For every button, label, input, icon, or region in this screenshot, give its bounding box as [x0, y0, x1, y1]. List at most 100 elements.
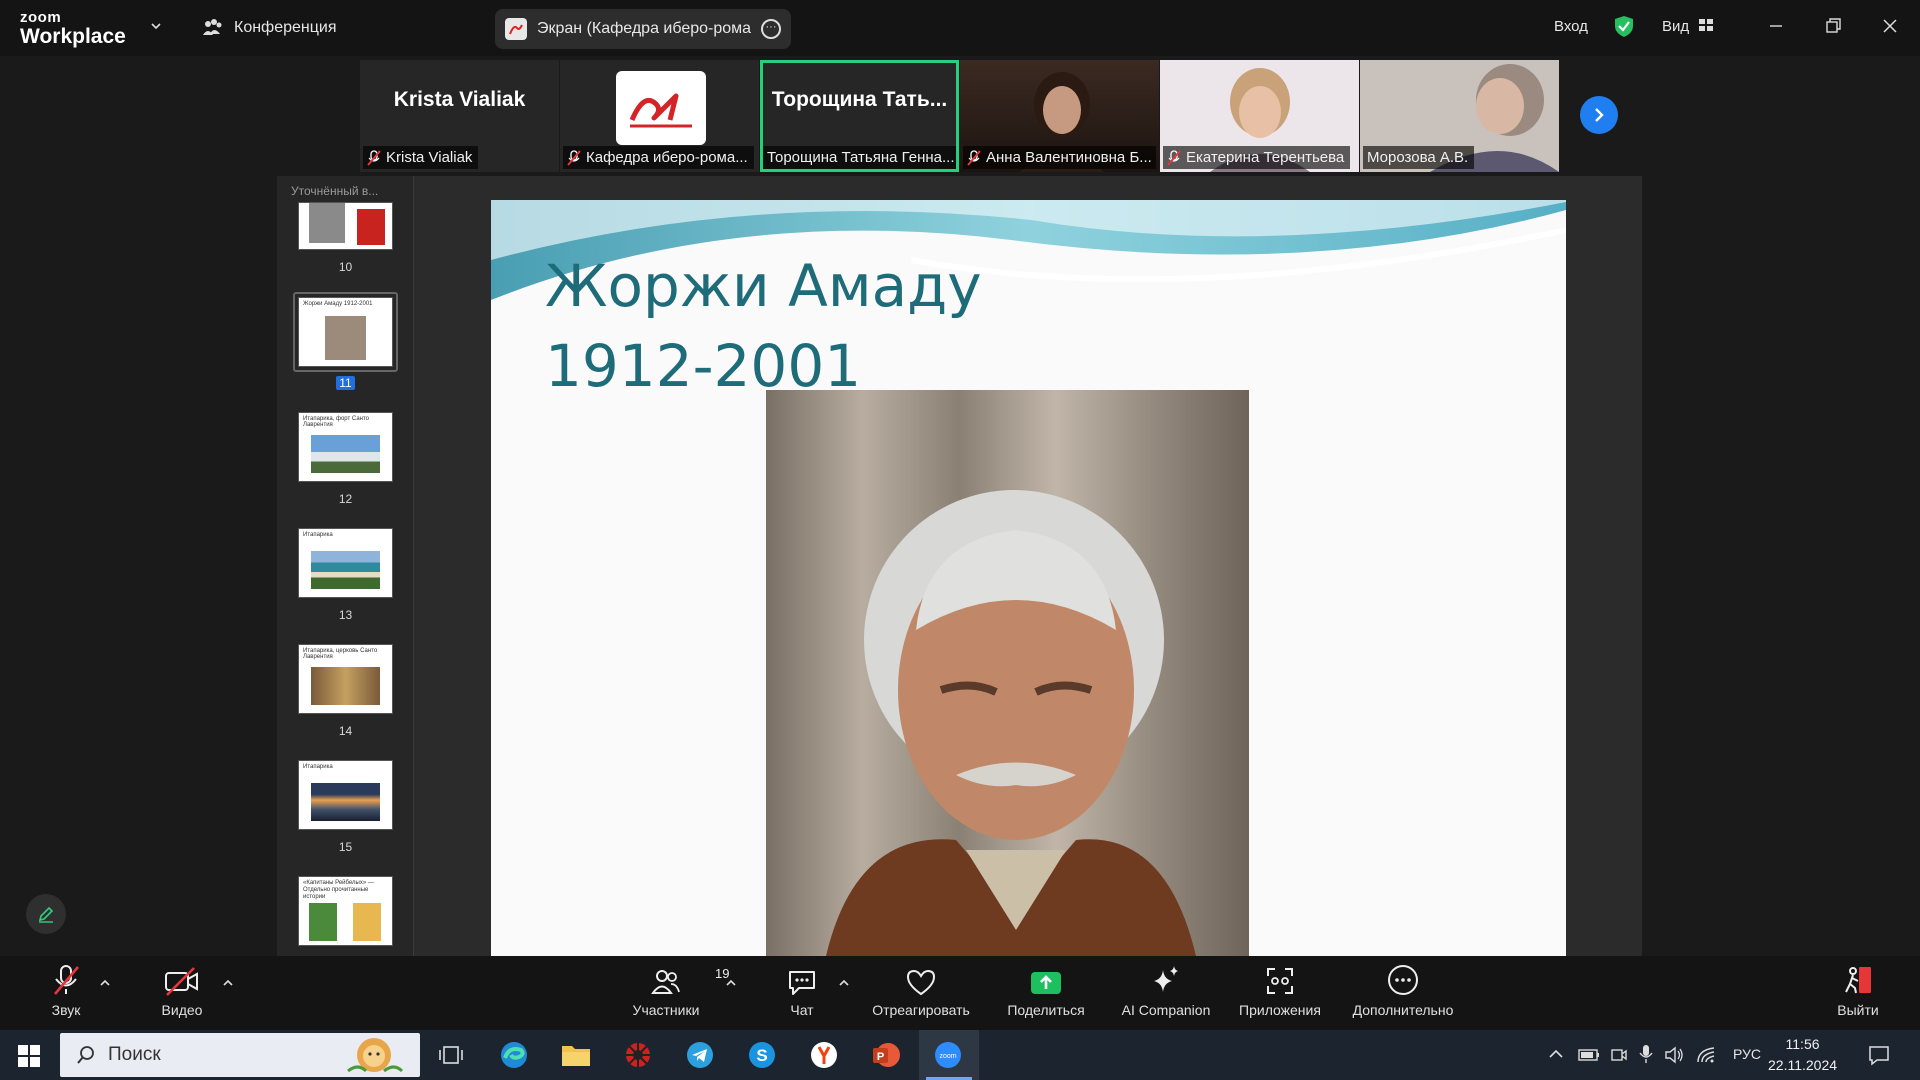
app-red-wheel-icon[interactable] — [622, 1039, 654, 1071]
participant-tile-active-speaker[interactable]: Торощина Тать... Торощина Татьяна Генна.… — [760, 60, 959, 172]
slide-thumbnail-panel[interactable]: Уточнённый в... 10 Жоржи Амаду 1912-2001… — [277, 176, 414, 956]
network-icon[interactable] — [1696, 1046, 1716, 1064]
slide-title: Жоржи Амаду — [545, 252, 982, 320]
participant-name: Анна Валентиновна Б... — [986, 149, 1152, 166]
leave-label: Выйти — [1837, 1002, 1879, 1018]
share-label: Поделиться — [1007, 1002, 1085, 1018]
slide-thumbnail[interactable]: Итапарика, церковь Санто Лаврентия — [298, 644, 393, 714]
leave-door-icon — [1845, 967, 1871, 994]
leave-button[interactable]: Выйти — [1834, 956, 1882, 1030]
participant-display-name: Торощина Тать... — [771, 88, 948, 111]
search-placeholder: Поиск — [108, 1044, 161, 1065]
slide-number: 15 — [338, 840, 353, 854]
portrait-photo — [766, 390, 1249, 956]
camera-tray-icon[interactable] — [1610, 1046, 1628, 1064]
powerpoint-icon[interactable]: P — [870, 1039, 902, 1071]
muted-mic-icon — [967, 149, 981, 166]
conference-info-button[interactable]: Конференция — [202, 18, 337, 38]
conference-label: Конференция — [234, 19, 337, 36]
participants-options-caret-icon[interactable] — [725, 978, 737, 988]
next-page-button[interactable] — [1580, 96, 1618, 134]
participant-name-tag: Морозова А.В. — [1363, 146, 1475, 169]
slide-thumb-title: Итапарика, церковь Санто Лаврентия — [303, 648, 378, 660]
react-button[interactable]: Отреагировать — [866, 956, 976, 1030]
taskbar-search[interactable]: Поиск — [60, 1033, 420, 1077]
input-language[interactable]: РУС — [1733, 1046, 1761, 1062]
annotate-button[interactable] — [26, 894, 66, 934]
chevron-down-icon[interactable] — [150, 20, 162, 32]
edge-browser-icon[interactable] — [498, 1039, 530, 1071]
participants-button[interactable]: 19 Участники — [622, 956, 730, 1030]
participant-tile[interactable]: Кафедра иберо-рома... — [560, 60, 759, 172]
taskbar-clock[interactable]: 11:56 22.11.2024 — [1768, 1034, 1837, 1076]
ai-companion-label: AI Companion — [1121, 1002, 1211, 1018]
close-icon[interactable] — [1878, 14, 1902, 38]
svg-text:S: S — [756, 1046, 767, 1065]
slide-thumbnail[interactable]: Итапарика — [298, 760, 393, 830]
audio-options-caret-icon[interactable] — [99, 978, 111, 988]
department-logo-image — [616, 71, 706, 145]
heart-icon — [906, 969, 936, 996]
share-button[interactable]: Поделиться — [1000, 956, 1092, 1030]
brand-bottom-text: Workplace — [20, 25, 126, 48]
participant-tile[interactable]: Krista Vialiak Krista Vialiak — [360, 60, 559, 172]
apps-button[interactable]: Приложения — [1232, 956, 1328, 1030]
pencil-icon — [38, 906, 54, 923]
tray-chevron-up-icon[interactable] — [1548, 1048, 1564, 1060]
muted-mic-icon — [367, 149, 381, 166]
windows-taskbar: Поиск S P zoom РУС 11:56 22.11.2024 — [0, 1030, 1920, 1080]
slide-thumbnail[interactable]: «Капитаны Рейбелых» — Отдельно прочитанн… — [298, 876, 393, 946]
chevron-right-icon — [1595, 108, 1604, 122]
windows-start-icon[interactable] — [18, 1045, 40, 1067]
participant-strip: Krista Vialiak Krista Vialiak Кафедра иб… — [360, 60, 1560, 172]
react-label: Отреагировать — [872, 1002, 970, 1018]
view-button[interactable]: Вид — [1662, 18, 1689, 35]
slide-thumbnail[interactable] — [298, 202, 393, 250]
telegram-icon[interactable] — [684, 1039, 716, 1071]
video-button[interactable]: Видео — [157, 956, 207, 1030]
clock-time: 11:56 — [1785, 1036, 1820, 1052]
grid-view-icon — [1699, 19, 1713, 31]
ai-companion-button[interactable]: AI Companion — [1116, 956, 1216, 1030]
apps-icon — [1267, 968, 1293, 994]
chat-options-caret-icon[interactable] — [838, 978, 850, 988]
notifications-icon[interactable] — [1868, 1044, 1890, 1066]
battery-icon[interactable] — [1578, 1048, 1600, 1062]
participants-icon — [651, 970, 680, 994]
muted-mic-icon — [567, 149, 581, 166]
participant-name-tag: Анна Валентиновна Б... — [963, 146, 1156, 169]
skype-icon[interactable]: S — [746, 1039, 778, 1071]
security-shield-icon[interactable] — [1614, 15, 1634, 38]
participant-tile[interactable]: Екатерина Терентьева — [1160, 60, 1359, 172]
panel-title: Уточнённый в... — [291, 184, 379, 198]
slide-thumbnail[interactable]: Итапарика — [298, 528, 393, 598]
restore-icon[interactable] — [1821, 14, 1845, 38]
participant-tile[interactable]: Морозова А.В. — [1360, 60, 1559, 172]
participant-tile[interactable]: Анна Валентиновна Б... — [960, 60, 1159, 172]
microphone-tray-icon[interactable] — [1638, 1044, 1654, 1064]
chat-button[interactable]: Чат — [782, 956, 822, 1030]
signin-button[interactable]: Вход — [1554, 18, 1588, 35]
slide-thumb-title: Итапарика, форт Санто Лаврентия — [303, 416, 369, 428]
participant-name: Торощина Татьяна Генна... — [767, 149, 955, 166]
meeting-toolbar: Звук Видео 19 Участники Чат Отреагироват… — [0, 956, 1920, 1030]
more-options-icon[interactable]: ··· — [761, 19, 781, 39]
yandex-browser-icon[interactable] — [808, 1039, 840, 1071]
muted-mic-icon — [54, 965, 79, 995]
clock-date: 22.11.2024 — [1768, 1057, 1838, 1073]
video-options-caret-icon[interactable] — [222, 978, 234, 988]
file-explorer-icon[interactable] — [560, 1039, 592, 1071]
muted-mic-icon — [1167, 149, 1181, 166]
task-view-icon[interactable] — [434, 1039, 466, 1071]
slide-thumb-title: Итапарика — [303, 764, 333, 770]
volume-icon[interactable] — [1664, 1045, 1684, 1065]
screen-share-indicator[interactable]: Экран (Кафедра иберо-романс ··· — [495, 9, 791, 49]
minimize-icon[interactable] — [1764, 14, 1788, 38]
slide-thumbnail[interactable]: Итапарика, форт Санто Лаврентия — [298, 412, 393, 482]
zoom-app-icon[interactable]: zoom — [932, 1039, 964, 1071]
more-button[interactable]: Дополнительно — [1346, 956, 1460, 1030]
search-icon — [77, 1046, 94, 1064]
audio-button[interactable]: Звук — [42, 956, 90, 1030]
more-icon — [1388, 965, 1418, 995]
slide-thumbnail[interactable]: Жоржи Амаду 1912-2001 — [298, 297, 393, 367]
